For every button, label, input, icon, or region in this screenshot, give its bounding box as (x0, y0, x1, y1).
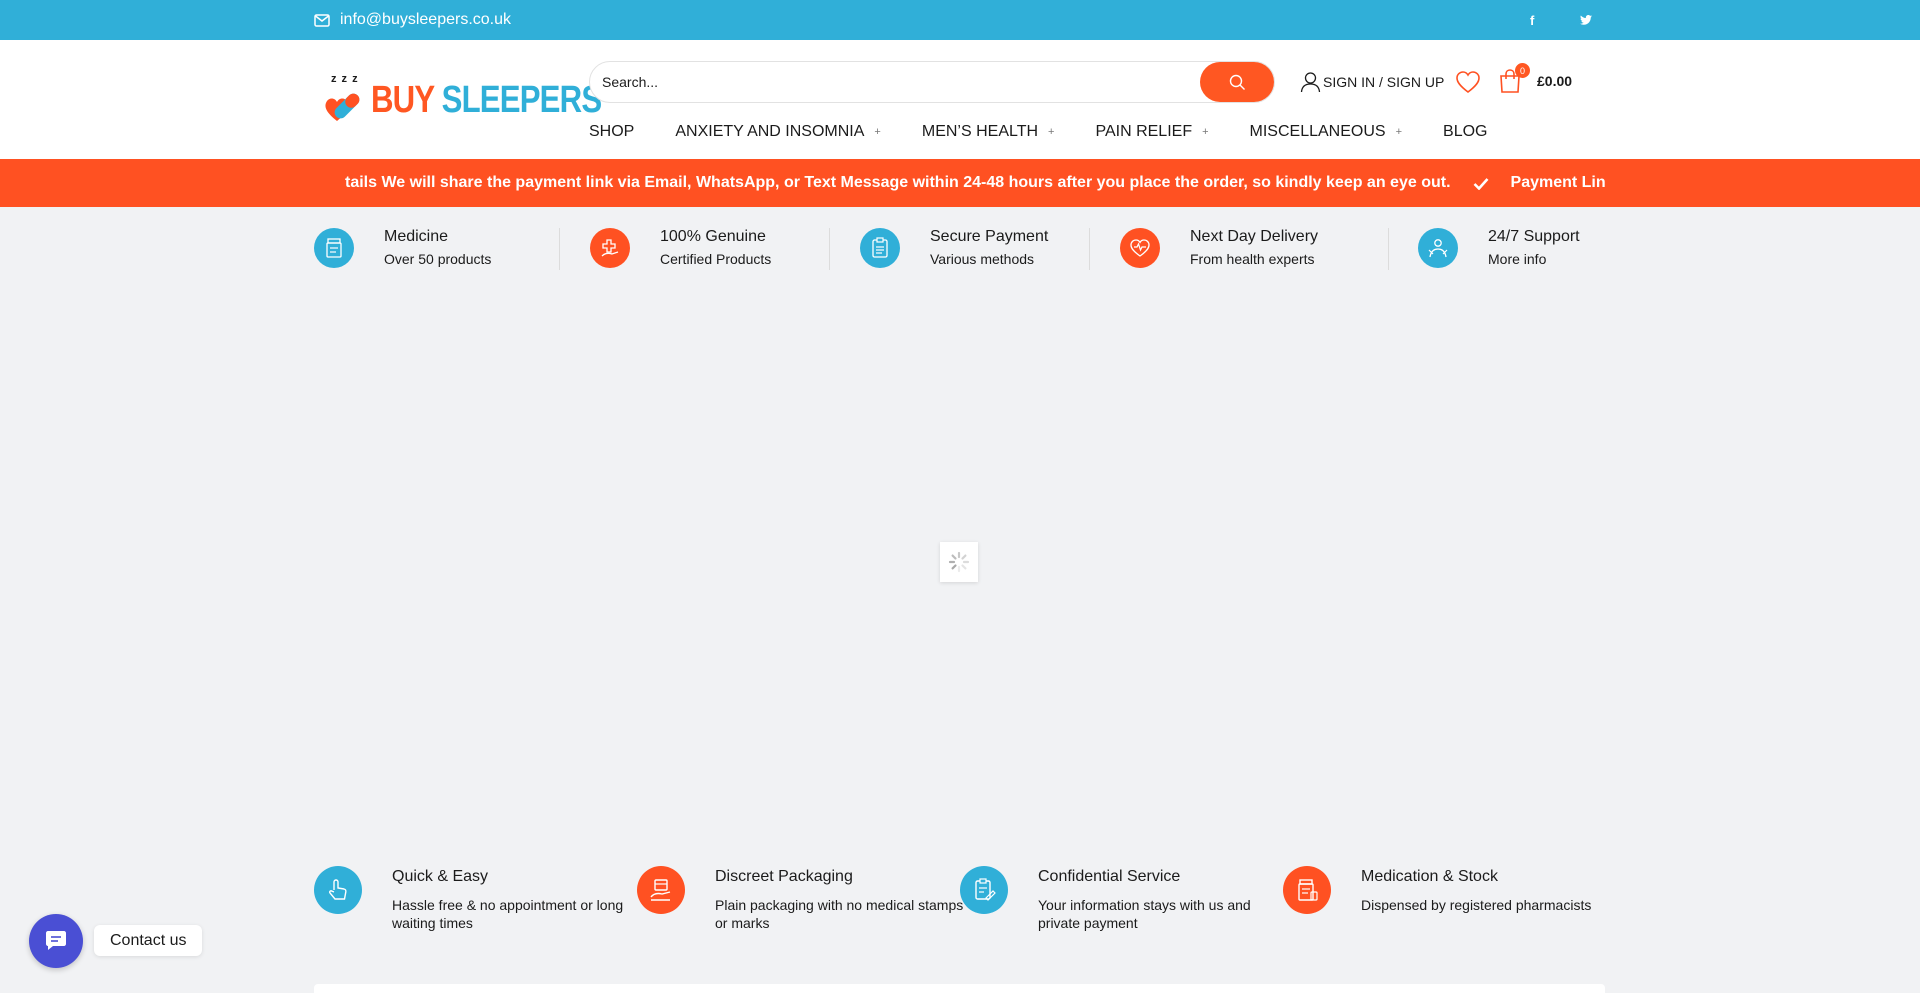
feature-support[interactable]: 24/7 Support More info (1418, 226, 1580, 270)
feature-secure-payment: Secure Payment Various methods (860, 226, 1048, 270)
account-link[interactable]: SIGN IN / SIGN UP (1300, 70, 1444, 94)
nav-label: PAIN RELIEF (1095, 123, 1193, 140)
feature-title: 24/7 Support (1488, 228, 1580, 245)
wishlist-button[interactable] (1455, 70, 1481, 94)
bottom-feature-title: Quick & Easy (392, 868, 489, 885)
logo-wordmark: BUY SLEEPERS (371, 79, 603, 122)
chat-icon (46, 931, 66, 950)
cart-button[interactable]: 0 (1498, 63, 1530, 96)
nav-label: SHOP (589, 123, 635, 140)
contact-chat-button[interactable] (29, 914, 83, 968)
bottom-feature-discreet-packaging: Discreet Packaging Plain packaging with … (637, 866, 965, 932)
nav-blog[interactable]: BLOG (1443, 123, 1487, 141)
nav-shop[interactable]: SHOP (589, 123, 634, 141)
medicine-bottle-icon (314, 228, 354, 268)
nav-label: MEN’S HEALTH (921, 123, 1039, 140)
hand-pointer-icon (314, 866, 362, 914)
divider (1388, 228, 1389, 270)
feature-title: Next Day Delivery (1190, 228, 1319, 245)
expand-plus-icon: + (874, 126, 881, 138)
envelope-icon (314, 13, 330, 27)
feature-title: Secure Payment (930, 228, 1049, 245)
feature-title: Medicine (384, 228, 449, 245)
bottom-feature-desc: Dispensed by registered pharmacists (1361, 897, 1592, 913)
search-input[interactable] (602, 62, 1182, 102)
spinner-icon (948, 551, 970, 573)
bottom-feature-title: Medication & Stock (1361, 868, 1498, 885)
confidential-clipboard-icon (960, 866, 1008, 914)
check-icon (1473, 177, 1488, 190)
feature-subtitle: Over 50 products (384, 251, 492, 267)
bottom-feature-title: Discreet Packaging (715, 868, 853, 885)
facebook-link[interactable]: f (1530, 0, 1534, 40)
ticker-message: tails We will share the payment link via… (345, 174, 1451, 191)
ticker-clip: tails We will share the payment link via… (345, 159, 1605, 207)
logo-buy: BUY (371, 79, 435, 121)
ticker-message: Payment Link Details We (1510, 174, 1605, 191)
feature-subtitle: Certified Products (660, 251, 772, 267)
loading-spinner (940, 542, 978, 582)
email-link[interactable]: info@buysleepers.co.uk (314, 0, 511, 40)
expand-plus-icon: + (1395, 126, 1403, 138)
feature-genuine: 100% Genuine Certified Products (590, 226, 771, 270)
nav-anxiety-and-insomnia[interactable]: ANXIETY AND INSOMNIA + (675, 123, 881, 141)
feature-medicine: Medicine Over 50 products (314, 226, 491, 270)
bottom-feature-medication-stock: Medication & Stock Dispensed by register… (1283, 866, 1621, 914)
divider (1089, 228, 1090, 270)
cart-count-badge: 0 (1515, 63, 1530, 78)
search-bar (589, 61, 1275, 103)
heart-pulse-icon (1120, 228, 1160, 268)
facebook-icon: f (1530, 12, 1535, 28)
nav-label: BLOG (1443, 123, 1488, 140)
nav-mens-health[interactable]: MEN’S HEALTH + (922, 123, 1055, 141)
expand-plus-icon: + (1048, 126, 1055, 138)
ticker-track: tails We will share the payment link via… (345, 159, 1605, 207)
search-icon (1229, 74, 1245, 90)
feature-title: 100% Genuine (660, 228, 766, 245)
feature-subtitle: From health experts (1190, 251, 1315, 267)
bottom-feature-title: Confidential Service (1038, 868, 1181, 885)
search-button[interactable] (1200, 62, 1274, 102)
medical-hand-icon (590, 228, 630, 268)
nav-miscellaneous[interactable]: MISCELLANEOUS + (1250, 123, 1402, 141)
top-bar: info@buysleepers.co.uk f (0, 0, 1920, 40)
medication-bottle-icon (1283, 866, 1331, 914)
divider (559, 228, 560, 270)
feature-subtitle: Various methods (930, 251, 1035, 267)
account-label: SIGN IN / SIGN UP (1323, 74, 1445, 90)
bottom-feature-desc: Plain packaging with no medical stamps o… (715, 897, 964, 931)
announcement-ticker: tails We will share the payment link via… (0, 159, 1920, 207)
bottom-feature-desc: Your information stays with us and priva… (1038, 897, 1251, 931)
main-nav: SHOP ANXIETY AND INSOMNIA + MEN’S HEALTH +… (589, 120, 1528, 144)
divider (829, 228, 830, 270)
feature-next-day-delivery: Next Day Delivery From health experts (1120, 226, 1318, 270)
nav-pain-relief[interactable]: PAIN RELIEF + (1095, 123, 1208, 141)
contact-us-label[interactable]: Contact us (94, 925, 203, 956)
support-icon (1418, 228, 1458, 268)
twitter-link[interactable] (1580, 0, 1592, 40)
site-header: z z z BUY SLEEPERS SIGN IN / SIGN UP 0 £… (0, 40, 1920, 159)
site-logo[interactable]: z z z BUY SLEEPERS (321, 73, 602, 129)
content-card-edge (314, 984, 1605, 993)
nav-label: ANXIETY AND INSOMNIA (675, 123, 865, 140)
feature-subtitle: More info (1488, 251, 1547, 267)
nav-label: MISCELLANEOUS (1249, 123, 1386, 140)
bottom-feature-confidential-service: Confidential Service Your information st… (960, 866, 1288, 932)
heart-icon (1456, 71, 1480, 94)
package-hand-icon (637, 866, 685, 914)
twitter-icon (1580, 15, 1592, 25)
email-text: info@buysleepers.co.uk (340, 11, 511, 28)
bottom-feature-quick-easy: Quick & Easy Hassle free & no appointmen… (314, 866, 642, 932)
pill-heart-icon (325, 93, 360, 121)
expand-plus-icon: + (1202, 126, 1209, 138)
clipboard-icon (860, 228, 900, 268)
user-icon (1300, 72, 1321, 93)
logo-zzz: z z z (331, 73, 359, 85)
cart-total[interactable]: £0.00 (1537, 73, 1572, 89)
bottom-feature-desc: Hassle free & no appointment or long wai… (392, 897, 624, 931)
logo-sleepers: SLEEPERS (441, 79, 603, 121)
